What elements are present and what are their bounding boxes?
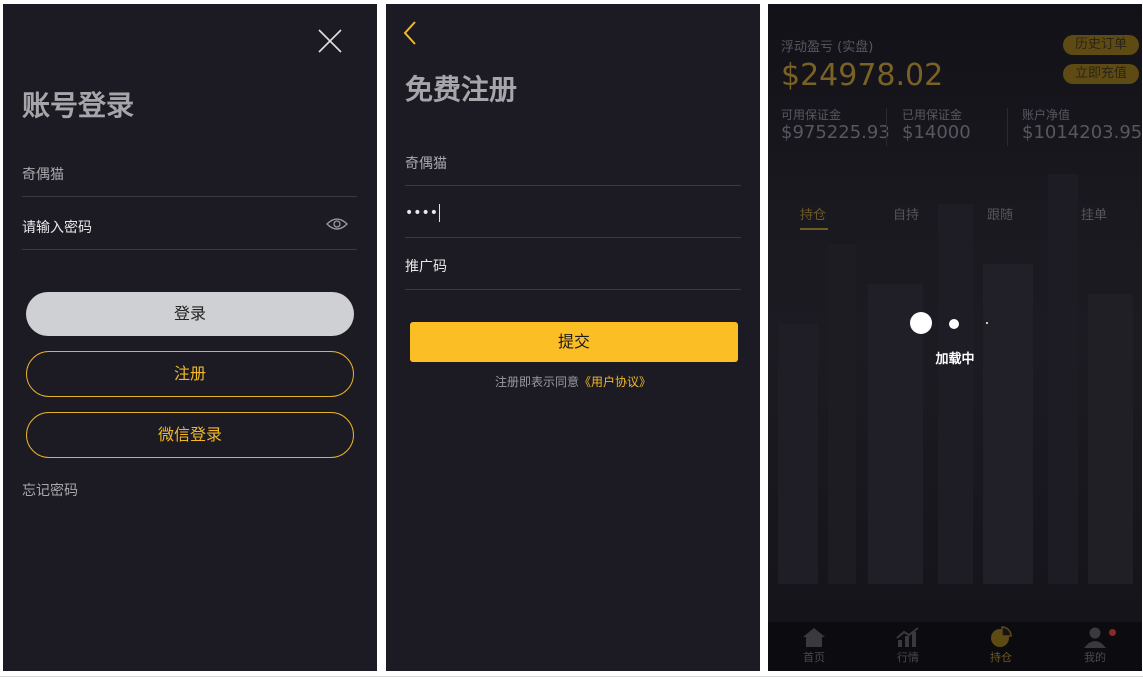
register-button[interactable]: 注册 bbox=[26, 351, 354, 397]
divider bbox=[405, 185, 741, 186]
username-field[interactable]: 奇偶猫 bbox=[405, 153, 447, 173]
user-agreement-link[interactable]: 《用户协议》 bbox=[579, 375, 651, 389]
back-icon[interactable] bbox=[402, 20, 418, 46]
notification-badge bbox=[1109, 629, 1116, 636]
nav-item-home[interactable]: 首页 bbox=[784, 622, 844, 671]
text-cursor bbox=[439, 204, 441, 222]
stat-label: 可用保证金 bbox=[781, 108, 842, 122]
loading-dot bbox=[910, 312, 932, 334]
forgot-password-link[interactable]: 忘记密码 bbox=[22, 480, 78, 500]
tab-positions[interactable]: 持仓 bbox=[800, 204, 826, 223]
divider bbox=[886, 108, 887, 146]
chart-icon bbox=[896, 627, 919, 647]
recharge-button[interactable]: 立即充值 bbox=[1063, 64, 1139, 84]
agreement-text: 注册即表示同意《用户协议》 bbox=[386, 373, 760, 390]
stat-label: 已用保证金 bbox=[902, 108, 963, 122]
divider bbox=[405, 289, 741, 290]
login-button[interactable]: 登录 bbox=[26, 292, 354, 336]
stat-label: 账户净值 bbox=[1022, 108, 1071, 122]
wechat-login-button[interactable]: 微信登录 bbox=[26, 412, 354, 458]
tab-pending[interactable]: 挂单 bbox=[1081, 204, 1107, 223]
pie-icon bbox=[991, 626, 1012, 647]
loading-dot bbox=[949, 319, 959, 329]
promo-code-field[interactable]: 推广码 bbox=[405, 256, 447, 276]
password-field[interactable]: 请输入密码 bbox=[22, 217, 92, 237]
username-field[interactable]: 奇偶猫 bbox=[22, 164, 64, 184]
stat-value: $1014203.95 bbox=[1022, 122, 1142, 143]
nav-item-positions[interactable]: 持仓 bbox=[971, 622, 1031, 671]
nav-label: 首页 bbox=[803, 651, 825, 664]
agreement-prefix: 注册即表示同意 bbox=[494, 375, 579, 389]
nav-label: 我的 bbox=[1084, 651, 1106, 664]
nav-item-market[interactable]: 行情 bbox=[878, 622, 938, 671]
divider bbox=[22, 249, 357, 250]
divider bbox=[1007, 108, 1008, 146]
divider bbox=[0, 676, 1143, 677]
submit-button[interactable]: 提交 bbox=[410, 322, 738, 362]
password-value: •••• bbox=[405, 205, 439, 221]
pnl-value: $24978.02 bbox=[781, 58, 944, 93]
nav-label: 持仓 bbox=[990, 651, 1012, 664]
tab-self-hold[interactable]: 自持 bbox=[893, 204, 919, 223]
bottom-nav: 首页 行情 持仓 我的 bbox=[768, 622, 1142, 671]
nav-label: 行情 bbox=[897, 651, 919, 664]
home-icon bbox=[803, 628, 825, 647]
page-title: 账号登录 bbox=[22, 89, 135, 122]
register-screen: 免费注册 奇偶猫 •••• 推广码 提交 注册即表示同意《用户协议》 bbox=[386, 4, 760, 671]
page-title: 免费注册 bbox=[405, 73, 518, 106]
loading-dot bbox=[986, 322, 988, 324]
password-field[interactable]: •••• bbox=[405, 204, 441, 222]
active-tab-indicator bbox=[800, 228, 828, 230]
pnl-label: 浮动盈亏 (实盘) bbox=[781, 40, 874, 55]
background-image bbox=[768, 4, 1142, 624]
divider bbox=[22, 196, 357, 197]
login-screen: 账号登录 奇偶猫 请输入密码 登录 注册 微信登录 忘记密码 bbox=[3, 4, 377, 671]
nav-item-profile[interactable]: 我的 bbox=[1065, 622, 1125, 671]
eye-icon[interactable] bbox=[326, 216, 348, 232]
stat-value: $14000 bbox=[902, 122, 971, 143]
divider bbox=[405, 237, 741, 238]
close-icon[interactable] bbox=[317, 28, 343, 54]
stat-value: $975225.93 bbox=[781, 122, 890, 143]
history-orders-button[interactable]: 历史订单 bbox=[1063, 35, 1139, 55]
user-icon bbox=[1084, 627, 1106, 648]
loading-text: 加载中 bbox=[935, 352, 975, 367]
positions-screen: 浮动盈亏 (实盘) $24978.02 历史订单 立即充值 可用保证金 $975… bbox=[768, 4, 1142, 671]
tab-follow[interactable]: 跟随 bbox=[987, 204, 1013, 223]
